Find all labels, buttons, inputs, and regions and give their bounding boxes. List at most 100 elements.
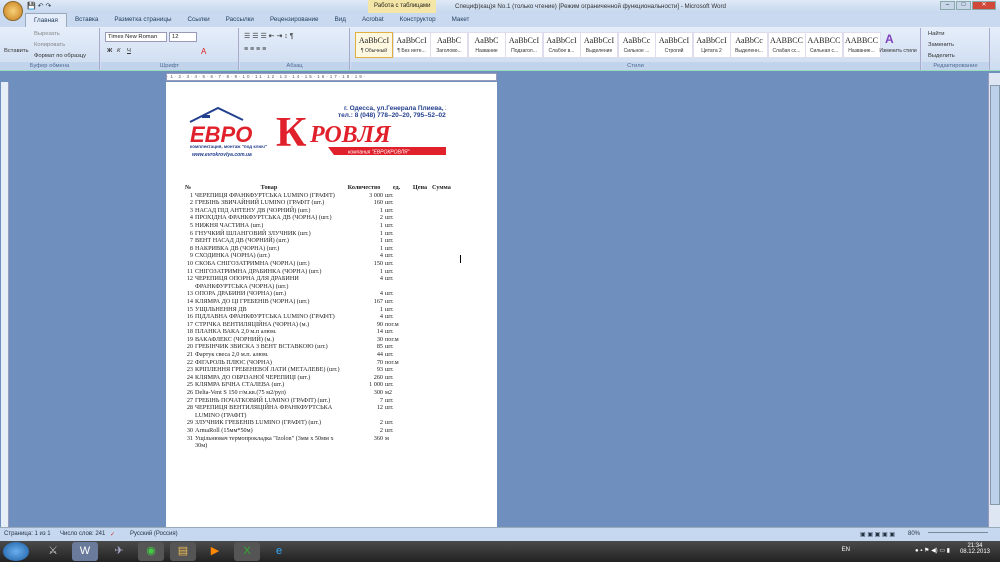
align-buttons[interactable]: ≡ ≡ ≡ ≡ xyxy=(244,46,266,53)
cell-unit: шт. xyxy=(385,267,394,275)
tab-1[interactable]: Вставка xyxy=(67,13,106,27)
scrollbar-thumb[interactable] xyxy=(990,85,1000,505)
style-item[interactable]: AaBbCcI Слабое в... xyxy=(542,32,581,58)
tab-8[interactable]: Конструктор xyxy=(392,13,444,27)
cell-unit: шт. xyxy=(385,396,394,404)
underline-button[interactable]: Ч xyxy=(127,48,131,54)
language-indicator[interactable]: EN xyxy=(842,547,850,553)
font-size-select[interactable]: 12 xyxy=(169,32,197,42)
change-styles-button[interactable]: Изменить стили xyxy=(879,48,917,54)
cell-unit: шт. xyxy=(385,381,394,389)
explorer-icon[interactable]: ▤ xyxy=(170,542,196,561)
cell-price xyxy=(409,245,431,253)
cut-button[interactable]: Вырезать xyxy=(34,31,60,37)
redo-icon[interactable]: ↷ xyxy=(46,3,52,10)
cell-sum xyxy=(431,404,452,419)
page-count[interactable]: Страница: 1 из 1 xyxy=(4,531,51,537)
list-buttons[interactable]: ☰ ☰ ☰ ⇤ ⇥ ↕ ¶ xyxy=(244,32,294,40)
cell-unit: шт. xyxy=(385,343,394,351)
italic-button[interactable]: К xyxy=(117,48,120,54)
style-preview: AaBbCcI xyxy=(508,36,540,45)
font-name-select[interactable]: Times New Roman xyxy=(105,32,167,42)
find-button[interactable]: Найти xyxy=(928,31,945,37)
cell-qty: 14 xyxy=(376,328,383,336)
document-page[interactable]: ЕВРО К РОВЛЯ г. Одесса, ул.Генерала Плие… xyxy=(166,82,497,527)
tab-3[interactable]: Ссылки xyxy=(180,13,218,27)
font-color-icon[interactable]: A xyxy=(201,47,206,56)
table-row: 19 ВАКАФЛЕКС (ЧОРНИЙ) (м.) 30 пог.м xyxy=(184,336,452,344)
vertical-ruler[interactable] xyxy=(1,82,9,527)
minimize-button[interactable]: – xyxy=(940,1,955,10)
style-item[interactable]: AaBbCc Выделенн... xyxy=(730,32,768,58)
save-icon[interactable]: 💾 xyxy=(27,3,36,10)
cell-num: 9 xyxy=(189,252,193,260)
change-styles-icon[interactable]: A xyxy=(885,32,894,46)
cell-name: НАСАД ПІД АНТЕНУ ДВ (ЧОРНИЙ) (шт.) xyxy=(195,206,311,214)
cell-price xyxy=(409,290,431,298)
language[interactable]: Русский (Россия) xyxy=(130,531,178,537)
tab-2[interactable]: Разметка страницы xyxy=(106,13,179,27)
cell-name: СТРІЧКА ВЕНТИЛЯЦІЙНА (ЧОРНА) (м.) xyxy=(195,320,310,328)
view-buttons[interactable]: ▣ ▣ ▣ ▣ ▣ xyxy=(860,531,895,538)
media-player-icon[interactable]: ▶ xyxy=(202,542,228,561)
cell-num: 29 xyxy=(186,419,193,427)
style-item[interactable]: AABBCC Сильная с... xyxy=(805,32,843,58)
word-count[interactable]: Число слов: 241 xyxy=(60,531,105,537)
style-item[interactable]: AaBbCcI Строгий xyxy=(655,32,693,58)
tab-7[interactable]: Acrobat xyxy=(354,13,392,27)
cell-sum xyxy=(431,199,452,207)
style-item[interactable]: AABBCC Название... xyxy=(842,32,881,58)
style-item[interactable]: AaBbCcI ¶ Без инте... xyxy=(392,32,431,58)
style-item[interactable]: AaBbC Название xyxy=(467,32,506,58)
proofing-icon[interactable]: ✓ xyxy=(110,531,115,538)
cell-num: 24 xyxy=(186,373,193,381)
tab-5[interactable]: Рецензирование xyxy=(262,13,327,27)
cell-price xyxy=(409,389,431,397)
tab-6[interactable]: Вид xyxy=(327,13,354,27)
style-item[interactable]: AaBbCcI Выделение xyxy=(580,32,618,58)
clock[interactable]: 21:34 08.12.2013 xyxy=(960,543,990,555)
paste-button[interactable]: Вставить xyxy=(4,48,29,54)
zoom-slider[interactable] xyxy=(928,532,988,538)
start-button[interactable] xyxy=(3,542,29,561)
tab-9[interactable]: Макет xyxy=(444,13,478,27)
office-button[interactable] xyxy=(3,1,23,21)
table-row: 28 ЧЕРЕПИЦЯ ВЕНТИЛЯЦІЙНА ФРАНКФУРТСЬКА LU… xyxy=(184,404,452,419)
tray-icons[interactable]: ● ▪ ⚑ ◀) ▭ ▮ xyxy=(915,547,950,554)
horizontal-ruler[interactable]: ·1·2·3·4·5·6·7·8·9·10·11·12·13·14·15·16·… xyxy=(166,73,497,81)
quick-access-toolbar[interactable]: 💾 ↶ ↷ xyxy=(27,2,51,10)
replace-button[interactable]: Заменить xyxy=(928,42,954,48)
cell-unit: шт. xyxy=(385,214,394,222)
cell-unit: м2 xyxy=(385,389,393,397)
internet-explorer-icon[interactable]: e xyxy=(266,542,292,561)
style-item[interactable]: AaBbC Заголово... xyxy=(430,32,468,58)
word-taskbar-icon[interactable]: W xyxy=(72,542,98,561)
tab-4[interactable]: Рассылки xyxy=(218,13,262,27)
group-label: Стили xyxy=(351,62,920,70)
cell-num: 5 xyxy=(189,221,193,229)
style-item[interactable]: AABBCC Слабая сс... xyxy=(767,32,806,58)
vertical-scrollbar[interactable] xyxy=(988,73,1000,527)
style-item[interactable]: AaBbCcI ¶ Обычный xyxy=(355,32,393,58)
cell-price xyxy=(409,419,431,427)
plane-app-icon[interactable]: ✈ xyxy=(106,542,132,561)
cell-unit: шт. xyxy=(385,427,394,434)
style-item[interactable]: AaBbCcI Цитата 2 xyxy=(692,32,731,58)
style-preview: AaBbCcI xyxy=(696,36,727,45)
undo-icon[interactable]: ↶ xyxy=(38,3,44,10)
select-button[interactable]: Выделить xyxy=(928,53,955,59)
cell-price xyxy=(409,328,431,336)
maximize-button[interactable]: □ xyxy=(956,1,971,10)
format-painter-button[interactable]: Формат по образцу xyxy=(34,53,86,59)
tab-0[interactable]: Главная xyxy=(25,13,67,27)
excel-icon[interactable]: X xyxy=(234,542,260,561)
game-app-icon[interactable]: ⚔ xyxy=(40,542,66,561)
style-item[interactable]: AaBbCc Сильное ... xyxy=(617,32,656,58)
bold-button[interactable]: Ж xyxy=(107,48,112,54)
chrome-icon[interactable]: ◉ xyxy=(138,542,164,561)
copy-button[interactable]: Копировать xyxy=(34,42,65,48)
close-button[interactable]: ✕ xyxy=(972,1,996,10)
style-item[interactable]: AaBbCcI Подзагол... xyxy=(505,32,543,58)
cell-qty: 12 xyxy=(376,404,383,412)
zoom-level[interactable]: 80% xyxy=(908,531,920,537)
